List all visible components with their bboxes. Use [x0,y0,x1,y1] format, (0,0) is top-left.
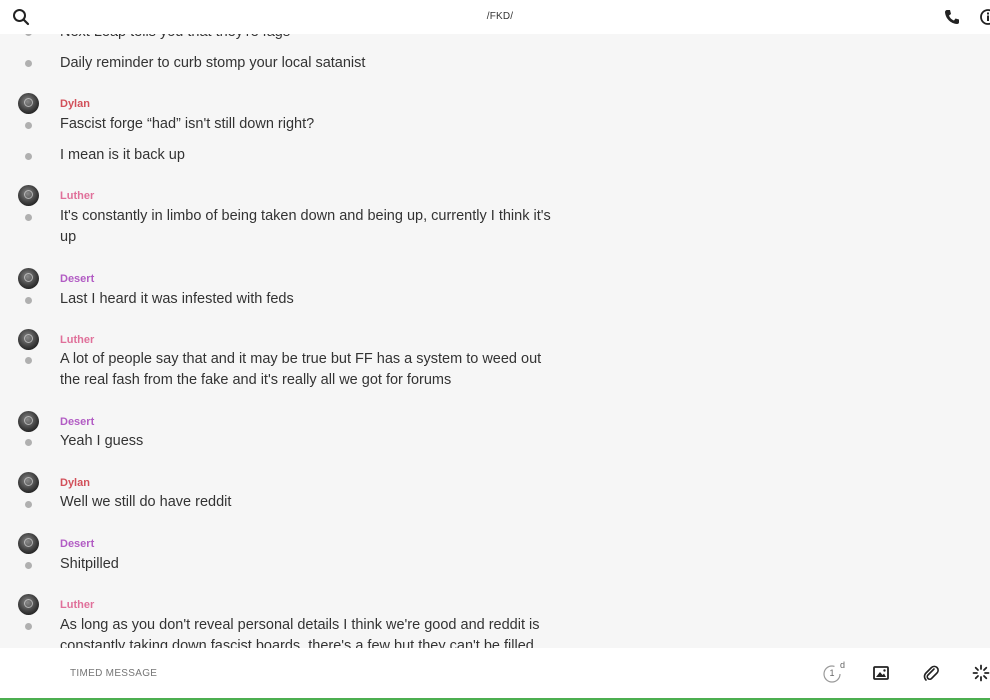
phone-icon[interactable] [943,8,961,26]
author-name[interactable]: Desert [60,538,94,550]
message-dot [25,357,32,364]
message-dot [25,60,32,67]
message-dot [25,562,32,569]
sparkle-icon[interactable] [972,664,990,682]
avatar[interactable] [18,472,39,493]
message-text: Well we still do have reddit [60,494,232,510]
avatar[interactable] [18,93,39,114]
author-name[interactable]: Desert [60,416,94,428]
author-name[interactable]: Luther [60,190,94,202]
message-dot [25,122,32,129]
message-text: Daily reminder to curb stomp your local … [60,55,366,71]
avatar[interactable] [18,329,39,350]
paperclip-icon[interactable] [922,664,940,682]
avatar[interactable] [18,268,39,289]
timer-button[interactable]: 1 d [822,660,845,684]
message-dot [25,214,32,221]
message-dot [25,153,32,160]
author-name[interactable]: Luther [60,334,94,346]
message-text: Last I heard it was infested with feds [60,291,294,307]
message-dot [25,501,32,508]
author-name[interactable]: Desert [60,273,94,285]
message-list[interactable]: Next Leap tells you that they're fags Da… [0,0,990,648]
image-icon[interactable] [872,664,890,682]
avatar[interactable] [18,185,39,206]
message-input[interactable] [68,667,672,680]
author-name[interactable]: Dylan [60,98,90,110]
message-text: Shitpilled [60,556,119,572]
message-text: I mean is it back up [60,147,185,163]
composer-bar: 1 d [0,648,990,700]
message-dot [25,623,32,630]
timer-unit: d [840,660,846,670]
author-name[interactable]: Dylan [60,477,90,489]
message-text: A lot of people say that and it may be t… [60,351,542,388]
message-text: As long as you don't reveal personal det… [60,617,540,648]
info-icon[interactable] [979,8,990,26]
avatar[interactable] [18,594,39,615]
message-dot [25,439,32,446]
conversation-title: /FKD/ [486,11,514,22]
avatar[interactable] [18,411,39,432]
message-dot [25,297,32,304]
message-text: Fascist forge “had” isn't still down rig… [60,116,315,132]
avatar[interactable] [18,533,39,554]
timer-count: 1 [829,668,835,678]
author-name[interactable]: Luther [60,599,94,611]
message-text: Yeah I guess [60,433,144,449]
top-bar: /FKD/ [0,0,990,34]
message-text: It's constantly in limbo of being taken … [60,208,551,245]
